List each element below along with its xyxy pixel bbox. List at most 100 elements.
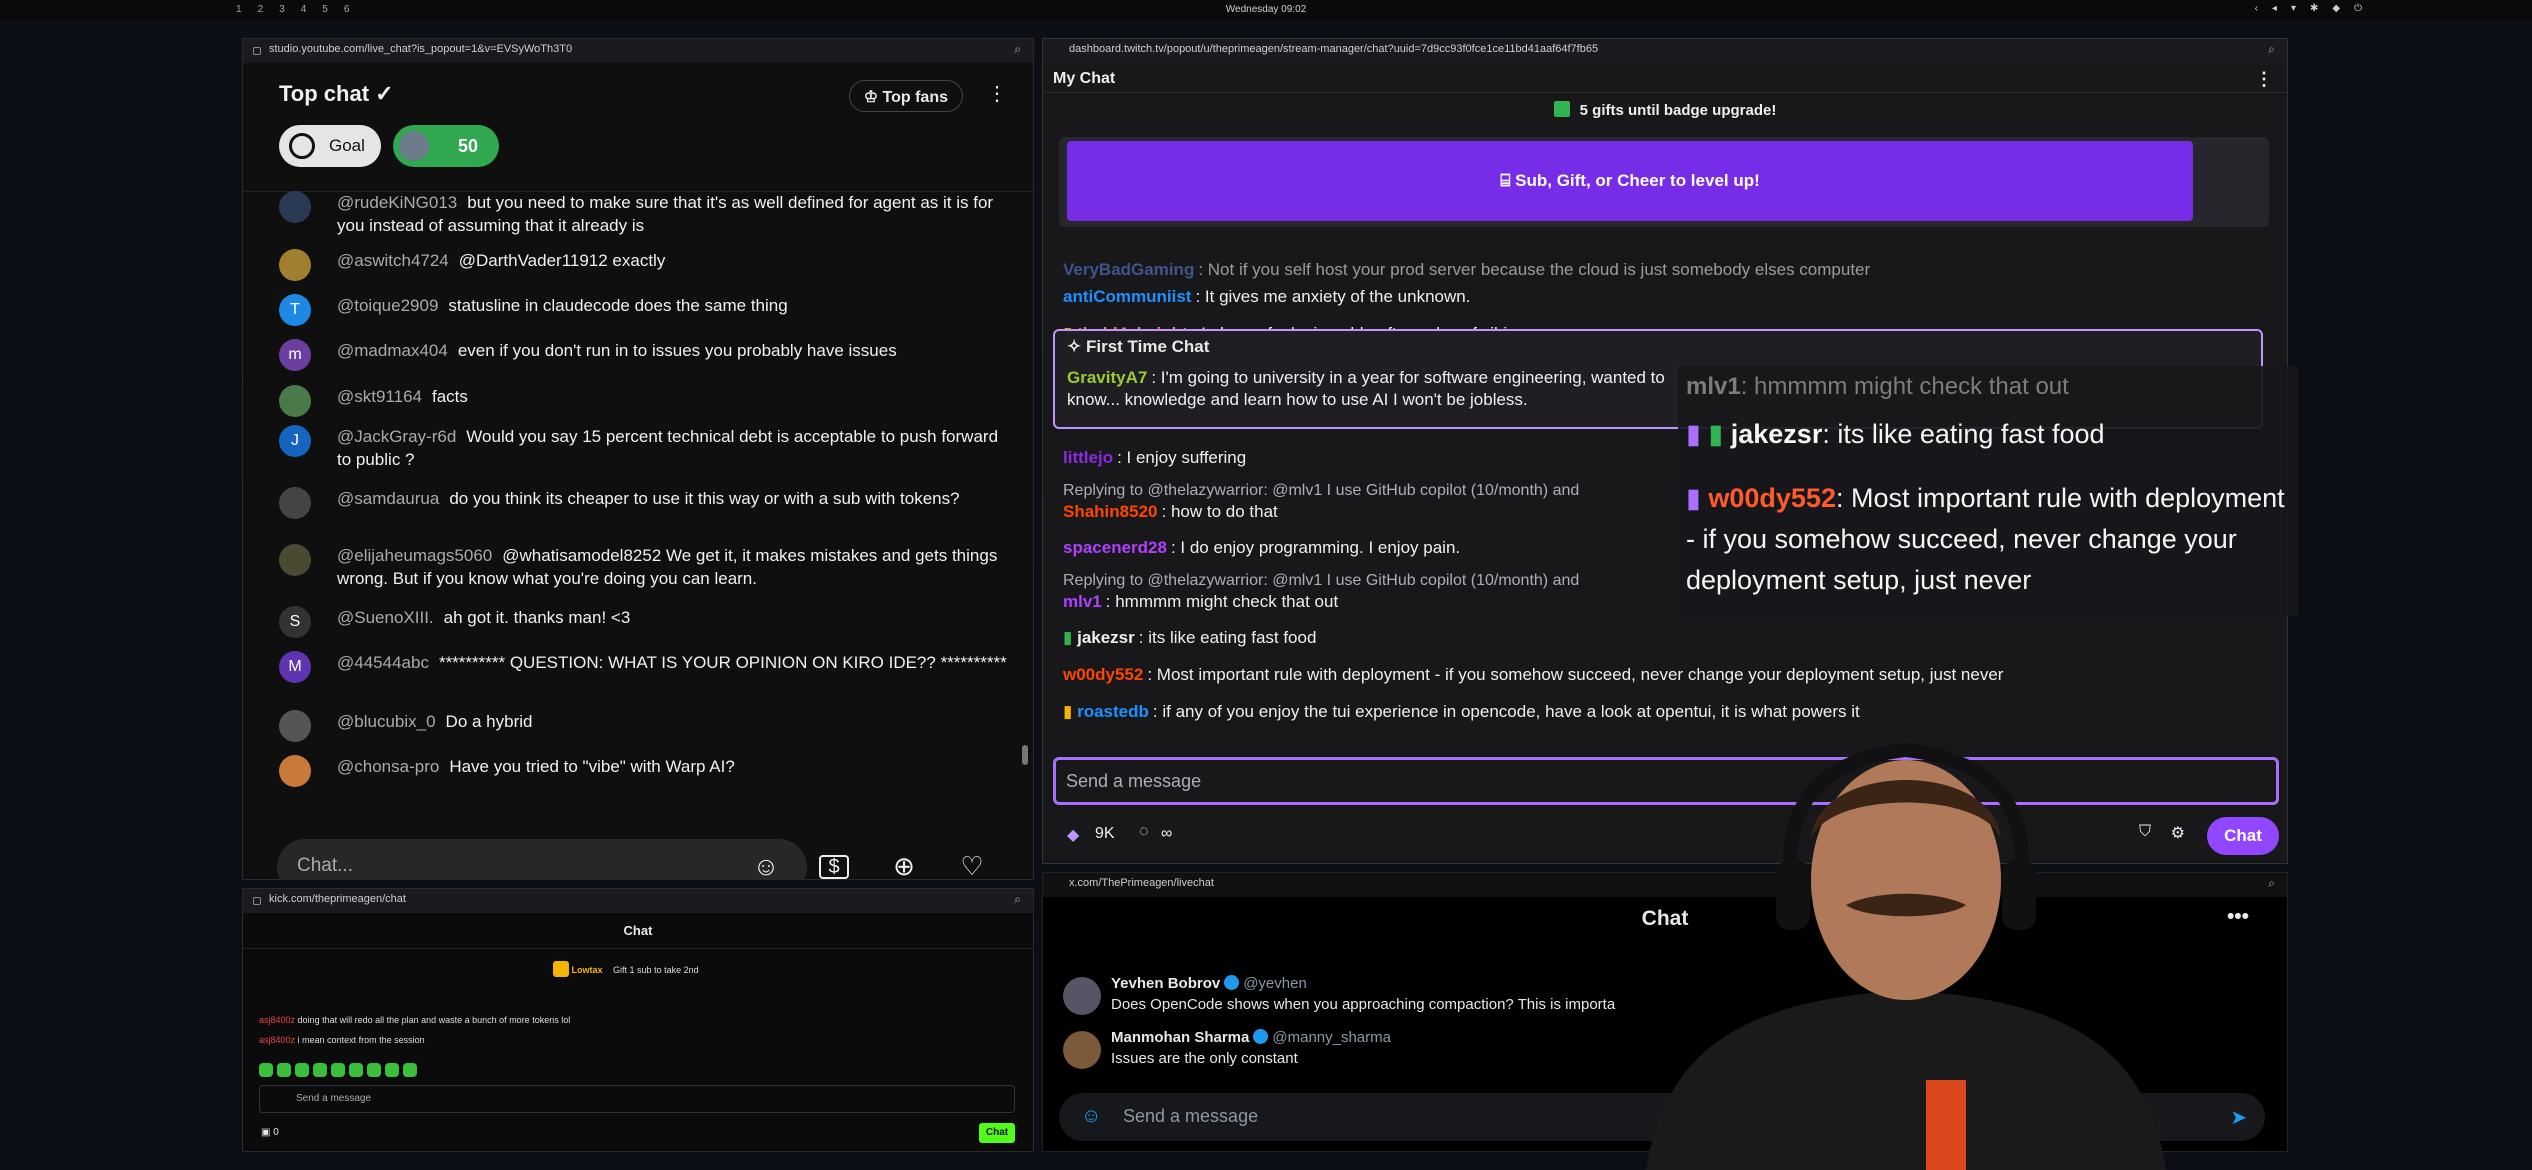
bluetooth-icon[interactable]: ✱ xyxy=(2310,3,2318,14)
message-author[interactable]: @rudeKiNG013 xyxy=(337,193,457,212)
heart-icon[interactable]: ♡ xyxy=(955,849,989,879)
back-icon[interactable]: ‹ xyxy=(2255,3,2258,14)
sub-button-label: Sub, Gift, or Cheer to level up! xyxy=(1515,171,1760,190)
add-icon[interactable]: ⊕ xyxy=(887,849,921,879)
message-author[interactable]: littlejo xyxy=(1063,448,1113,467)
more-options-icon[interactable]: ⋮ xyxy=(2255,69,2273,90)
overlay-line: ▮ w00dy552: Most important rule with dep… xyxy=(1686,483,2285,595)
bits-count: 9K xyxy=(1095,825,1115,842)
kick-chat-button[interactable]: Chat xyxy=(979,1123,1015,1143)
message-text: I'm going to university in a year for so… xyxy=(1067,368,1665,409)
wifi-icon[interactable]: ▾ xyxy=(2291,3,2296,14)
avatar xyxy=(279,385,311,417)
youtube-chips: Goal 50 xyxy=(243,117,1033,177)
kick-url-bar[interactable]: kick.com/theprimeagen/chat ⌕ xyxy=(243,889,1033,913)
message-author[interactable]: mlv1 xyxy=(1063,592,1102,611)
list-item: Replying to @thelazywarrior: @mlv1 I use… xyxy=(1063,569,1579,592)
goal-chip[interactable]: Goal xyxy=(279,125,381,167)
gift-icon xyxy=(553,961,569,977)
message-handle[interactable]: @manny_sharma xyxy=(1272,1029,1391,1046)
message-author[interactable]: @blucubix_0 xyxy=(337,712,436,731)
message-author[interactable]: @JackGray-r6d xyxy=(337,427,456,446)
list-item: mlv1: hmmmm might check that out xyxy=(1063,592,1339,611)
zoom-icon[interactable]: ⌕ xyxy=(2268,42,2275,57)
scrollbar-thumb[interactable] xyxy=(1022,745,1028,765)
wallet-icon: ▣ xyxy=(261,1127,271,1138)
youtube-url-bar[interactable]: studio.youtube.com/live_chat?is_popout=1… xyxy=(243,39,1033,63)
message-author[interactable]: @skt91164 xyxy=(337,387,422,406)
sparkle-icon: ✧ xyxy=(1067,337,1082,356)
message-handle[interactable]: @yevhen xyxy=(1243,975,1307,992)
avatar xyxy=(1063,1031,1101,1069)
message-text: Most important rule with deployment - if… xyxy=(1156,665,2004,684)
message-author[interactable]: @chonsa-pro xyxy=(337,757,439,776)
volume-icon[interactable]: ◂ xyxy=(2272,3,2277,14)
youtube-scrollbar[interactable] xyxy=(1021,197,1029,765)
gift-chip[interactable]: 50 xyxy=(393,125,499,167)
twitch-url: dashboard.twitch.tv/popout/u/theprimeage… xyxy=(1069,43,1599,55)
avatar xyxy=(279,249,311,281)
super-chat-icon[interactable]: $ xyxy=(819,855,849,879)
avatar xyxy=(279,755,311,787)
overlay-author: jakezsr xyxy=(1730,419,1823,449)
sub-gift-cheer-button[interactable]: ⌸ Sub, Gift, or Cheer to level up! xyxy=(1067,141,2193,221)
overlay-line: ▮ ▮ jakezsr: its like eating fast food xyxy=(1686,419,2105,449)
reply-context[interactable]: Replying to @thelazywarrior: @mlv1 I use… xyxy=(1063,572,1579,589)
x-url: x.com/ThePrimeagen/livechat xyxy=(1069,877,1214,889)
network-icon[interactable]: ◆ xyxy=(2332,3,2340,14)
youtube-chat-input[interactable]: Chat... xyxy=(277,839,807,879)
twitch-url-bar[interactable]: dashboard.twitch.tv/popout/u/theprimeage… xyxy=(1043,39,2287,63)
bits-icon[interactable]: ◆ xyxy=(1067,825,1079,845)
message-author[interactable]: @toique2909 xyxy=(337,296,438,315)
message-author[interactable]: Shahin8520 xyxy=(1063,502,1158,521)
list-item: @elijaheumags5060 @whatisamodel8252 We ge… xyxy=(279,544,1009,590)
top-fans-button[interactable]: ♔ Top fans xyxy=(848,80,963,112)
message-author[interactable]: asj8400z xyxy=(259,1015,295,1025)
more-options-icon[interactable]: ••• xyxy=(2227,905,2249,929)
more-options-icon[interactable]: ⋮ xyxy=(987,81,1007,106)
emoji-icon[interactable]: ☺ xyxy=(749,849,783,879)
message-author[interactable]: asj8400z xyxy=(259,1035,295,1045)
avatar xyxy=(279,544,311,576)
message-author[interactable]: @SuenoXIII. xyxy=(337,608,434,627)
top-chat-dropdown[interactable]: Top chat ✓ xyxy=(279,81,394,107)
zoom-icon[interactable]: ⌕ xyxy=(1014,42,1021,57)
kick-chat-title: Chat xyxy=(243,913,1033,949)
message-author[interactable]: w00dy552 xyxy=(1063,665,1143,684)
message-author[interactable]: @aswitch4724 xyxy=(337,251,449,270)
message-author[interactable]: jakezsr xyxy=(1077,628,1135,647)
message-author[interactable]: @samdaurua xyxy=(337,489,439,508)
kick-chat-input[interactable]: Send a message xyxy=(259,1085,1015,1113)
send-icon[interactable]: ➤ xyxy=(2230,1105,2247,1130)
page-icon xyxy=(253,897,261,905)
power-icon[interactable]: ⏻ xyxy=(2354,3,2362,14)
twitch-icon: ▮ xyxy=(1686,483,1701,513)
message-author[interactable]: roastedb xyxy=(1077,702,1149,721)
message-text: hmmmm might check that out xyxy=(1115,592,1339,611)
list-item: VeryBadGaming: Not if you self host your… xyxy=(1063,260,1871,279)
chevron-down-icon: ✓ xyxy=(375,81,394,106)
twitch-chat-button[interactable]: Chat xyxy=(2207,817,2279,855)
gifts-text: 5 gifts until badge upgrade! xyxy=(1579,102,1777,119)
message-author[interactable]: antiCommuniist xyxy=(1063,287,1191,306)
webcam-streamer xyxy=(1646,742,2166,1170)
channel-points-icon[interactable]: ◌ xyxy=(1139,823,1149,841)
message-author[interactable]: @elijaheumags5060 xyxy=(337,546,492,565)
reply-context[interactable]: Replying to @thelazywarrior: @mlv1 I use… xyxy=(1063,482,1579,499)
system-tray[interactable]: ‹ ◂ ▾ ✱ ◆ ⏻ xyxy=(2255,3,2362,14)
message-author[interactable]: VeryBadGaming xyxy=(1063,260,1194,279)
zoom-icon[interactable]: ⌕ xyxy=(2268,876,2275,891)
list-item: ▮ jakezsr: its like eating fast food xyxy=(1063,628,1317,647)
message-author[interactable]: GravityA7 xyxy=(1067,368,1147,387)
message-author[interactable]: @madmax404 xyxy=(337,341,448,360)
list-item: spacenerd28: I do enjoy programming. I e… xyxy=(1063,538,1461,557)
zoom-icon[interactable]: ⌕ xyxy=(1014,892,1021,907)
message-author[interactable]: Manmohan Sharma xyxy=(1111,1029,1249,1046)
message-author[interactable]: Yevhen Bobrov xyxy=(1111,975,1220,992)
list-item: asj8400z i mean context from the session xyxy=(259,1035,425,1045)
emoji-icon[interactable]: ☺ xyxy=(1081,1105,1101,1128)
message-author[interactable]: spacenerd28 xyxy=(1063,538,1167,557)
kick-url: kick.com/theprimeagen/chat xyxy=(269,893,406,905)
message-author[interactable]: @44544abc xyxy=(337,653,429,672)
avatar: m xyxy=(279,339,311,371)
